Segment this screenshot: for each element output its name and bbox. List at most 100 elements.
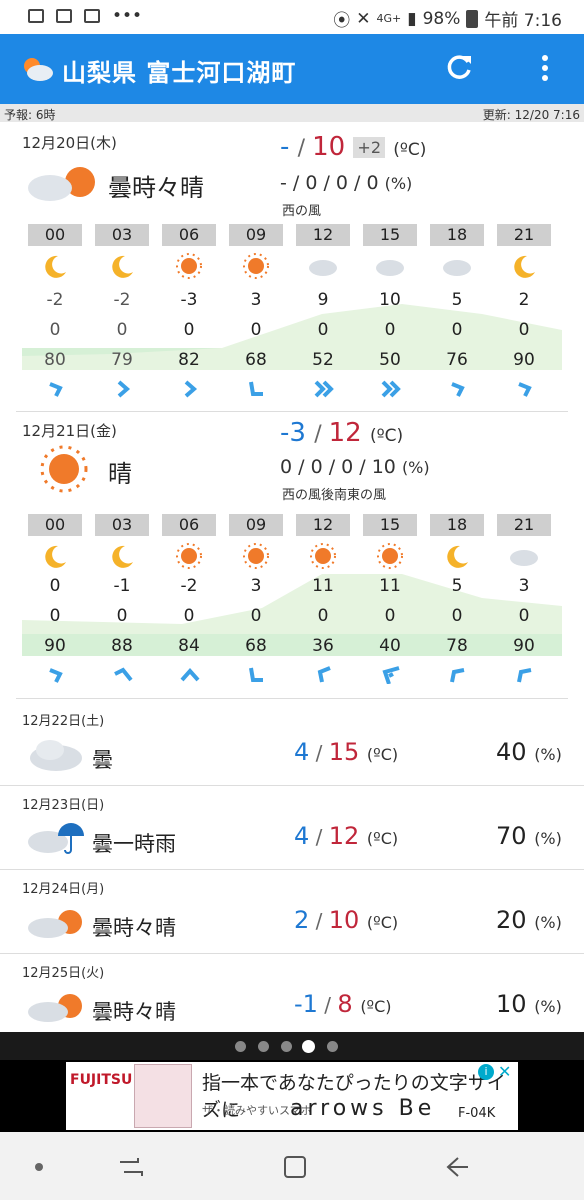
- cloud-sun-icon: [28, 167, 95, 201]
- mail-notification-icon: [56, 9, 72, 23]
- hour-temp: -2: [46, 290, 64, 310]
- page-dot[interactable]: [258, 1041, 269, 1052]
- weekly-row[interactable]: 12月23日(日) 曇一時雨 4 / 12 (ºC) 70 (%): [0, 786, 584, 870]
- low-temp: 4: [294, 738, 310, 766]
- low-temp: -: [280, 132, 290, 162]
- low-temp: -3: [280, 418, 306, 448]
- row-weather: 曇時々晴: [92, 916, 176, 940]
- location-icon: ⦿: [333, 11, 351, 31]
- high-temp: 15: [328, 738, 360, 766]
- ad-info-icon[interactable]: i: [478, 1064, 494, 1080]
- temp-separator: /: [309, 825, 329, 849]
- page-dot[interactable]: [281, 1041, 292, 1052]
- weekly-row[interactable]: 12月22日(土) 曇 4 / 15 (ºC) 40 (%): [0, 702, 584, 786]
- wind-direction-icon: [49, 668, 63, 683]
- sun-icon: [243, 253, 269, 279]
- page-dot-active[interactable]: [302, 1040, 315, 1053]
- wind-direction-icon: [184, 380, 198, 398]
- row-weather: 曇: [92, 748, 113, 772]
- battery-percent: 98%: [422, 8, 461, 29]
- ad-model: arrows Be: [290, 1096, 436, 1121]
- hour-humidity: 78: [446, 636, 468, 656]
- moon-icon: [112, 545, 133, 568]
- row-pop: 40 (%): [496, 738, 562, 766]
- ad-banner[interactable]: FUJITSU 指一本であなたぴったりの文字サイズに ザ・読みやすいスマホ ar…: [66, 1062, 518, 1130]
- ad-close-icon[interactable]: ✕: [498, 1062, 511, 1081]
- weekly-row[interactable]: 12月25日(火) 曇時々晴 -1 / 8 (ºC) 10 (%): [0, 954, 584, 1038]
- hour-label: 12: [296, 224, 350, 246]
- row-date: 12月24日(月): [22, 882, 105, 897]
- day-temps: -3 / 12 (ºC): [280, 418, 403, 448]
- day-rain: - / 0 / 0 / 0 (%): [280, 172, 412, 194]
- wind-direction-icon: [517, 668, 532, 683]
- row-temps: 4 / 12 (ºC): [294, 822, 398, 850]
- updated-time: 更新: 12/20 7:16: [482, 108, 580, 122]
- wind-direction-icon: [451, 382, 465, 397]
- overflow-menu-icon[interactable]: [535, 52, 555, 84]
- wind-direction-icon: [180, 667, 200, 682]
- hour-label: 03: [95, 514, 149, 536]
- temp-diff-badge: +2: [353, 137, 386, 158]
- moon-icon: [112, 255, 133, 278]
- row-weather: 曇時々晴: [92, 1000, 176, 1024]
- cloud-icon: [443, 260, 471, 276]
- moon-icon: [447, 545, 468, 568]
- hour-temp: 11: [312, 576, 334, 596]
- hour-label: 18: [430, 514, 484, 536]
- row-temps: -1 / 8 (ºC): [294, 990, 392, 1018]
- hour-headers: 00 03 06 09 12 15 18 21: [22, 224, 562, 246]
- hour-precip: 0: [250, 606, 262, 626]
- hour-temp: 3: [250, 576, 262, 596]
- wind-direction-icon: [317, 666, 331, 683]
- page-dot[interactable]: [327, 1041, 338, 1052]
- sun-icon: [243, 543, 269, 569]
- hour-label: 09: [229, 514, 283, 536]
- refresh-icon[interactable]: [444, 52, 474, 82]
- hour-label: 21: [497, 224, 551, 246]
- hour-humidity: 79: [111, 350, 133, 370]
- dot-icon[interactable]: [24, 1152, 54, 1182]
- hour-label: 18: [430, 224, 484, 246]
- hour-label: 06: [162, 514, 216, 536]
- cloud-icon: [376, 260, 404, 276]
- wind-direction-icon: [381, 380, 401, 398]
- low-temp: 2: [294, 906, 310, 934]
- weekly-row[interactable]: 12月24日(月) 曇時々晴 2 / 10 (ºC) 20 (%): [0, 870, 584, 954]
- status-bar: ••• ⦿ ✕ 4G+ ▮ 98% 午前 7:16: [0, 0, 584, 34]
- hour-humidity: 90: [44, 636, 66, 656]
- temp-unit: (ºC): [366, 745, 399, 764]
- forecast-content[interactable]: 12月20日(木) 曇時々晴 - / 10 +2 (ºC) - / 0 / 0 …: [0, 122, 584, 1032]
- app-logo-icon: [24, 58, 53, 81]
- temp-unit: (ºC): [393, 140, 427, 160]
- temp-unit: (ºC): [366, 913, 399, 932]
- temp-separator: /: [297, 136, 313, 161]
- mute-icon: ✕: [356, 8, 371, 29]
- pop-value: 10: [496, 990, 527, 1018]
- day-weather: 晴: [108, 460, 132, 488]
- cloud-sun-icon: [28, 994, 82, 1022]
- back-icon[interactable]: [442, 1152, 472, 1182]
- temp-unit: (ºC): [369, 426, 404, 446]
- hour-label: 06: [162, 224, 216, 246]
- forecast-time: 予報: 6時: [4, 108, 56, 122]
- hour-precip: 0: [116, 320, 128, 340]
- home-icon[interactable]: [280, 1152, 310, 1182]
- page-indicator: [0, 1032, 584, 1060]
- hour-temp: 10: [379, 290, 401, 310]
- page-dot[interactable]: [235, 1041, 246, 1052]
- hour-humidity: 76: [446, 350, 468, 370]
- recent-apps-icon[interactable]: [116, 1152, 146, 1182]
- hour-precip: 0: [451, 320, 463, 340]
- wind-direction-icon: [49, 382, 63, 397]
- row-date: 12月23日(日): [22, 798, 105, 813]
- hour-humidity: 82: [178, 350, 200, 370]
- pop-value: 20: [496, 906, 527, 934]
- moon-icon: [45, 255, 66, 278]
- system-nav-bar: [0, 1132, 584, 1200]
- rain-values: 0 / 0 / 0 / 10: [280, 456, 396, 478]
- rain-unit: (%): [384, 174, 413, 193]
- temp-separator: /: [314, 422, 329, 447]
- cloud-icon: [30, 740, 82, 771]
- hour-humidity: 90: [513, 636, 535, 656]
- hour-temp: 11: [379, 576, 401, 596]
